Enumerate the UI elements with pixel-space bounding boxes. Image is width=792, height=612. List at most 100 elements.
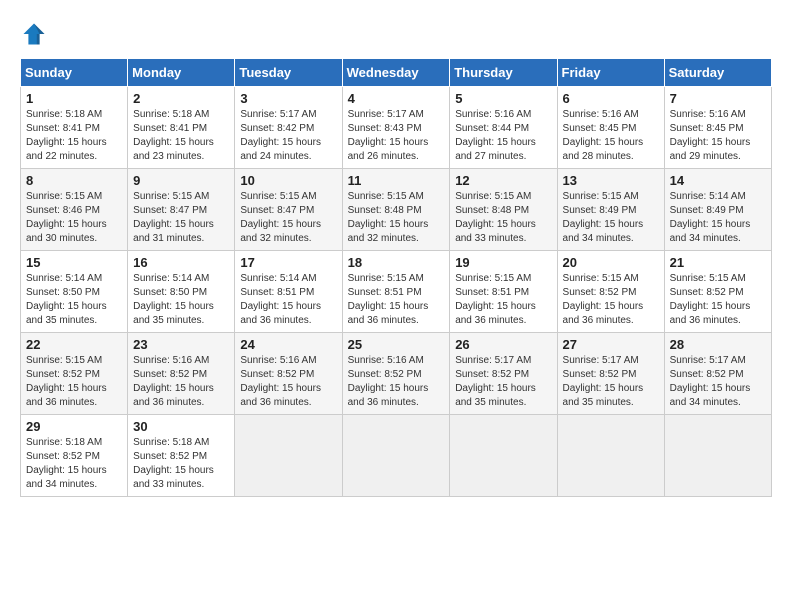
day-info: Sunrise: 5:14 AM Sunset: 8:49 PM Dayligh… <box>670 190 766 246</box>
calendar-cell: 23Sunrise: 5:16 AM Sunset: 8:52 PM Dayli… <box>128 333 235 415</box>
day-info: Sunrise: 5:15 AM Sunset: 8:52 PM Dayligh… <box>563 272 659 328</box>
day-number: 11 <box>348 173 445 188</box>
calendar-table: SundayMondayTuesdayWednesdayThursdayFrid… <box>20 58 772 497</box>
day-header-tuesday: Tuesday <box>235 59 342 87</box>
day-info: Sunrise: 5:18 AM Sunset: 8:41 PM Dayligh… <box>26 108 122 164</box>
day-number: 17 <box>240 255 336 270</box>
header <box>20 20 772 48</box>
day-info: Sunrise: 5:16 AM Sunset: 8:52 PM Dayligh… <box>240 354 336 410</box>
calendar-cell: 25 Sunrise: 5:16 AM Sunset: 8:52 PM Dayli… <box>342 333 450 415</box>
day-number: 13 <box>563 173 659 188</box>
day-info: Sunrise: 5:14 AM Sunset: 8:50 PM Dayligh… <box>133 272 229 328</box>
calendar-week-5: 29Sunrise: 5:18 AM Sunset: 8:52 PM Dayli… <box>21 415 772 497</box>
calendar-cell: 14 Sunrise: 5:14 AM Sunset: 8:49 PM Dayli… <box>664 169 771 251</box>
day-info: Sunrise: 5:15 AM Sunset: 8:47 PM Dayligh… <box>133 190 229 246</box>
day-number: 1 <box>26 91 122 106</box>
day-number: 16 <box>133 255 229 270</box>
calendar-cell <box>235 415 342 497</box>
calendar-cell: 7 Sunrise: 5:16 AM Sunset: 8:45 PM Daylig… <box>664 87 771 169</box>
calendar-cell: 30 Sunrise: 5:18 AM Sunset: 8:52 PM Dayli… <box>128 415 235 497</box>
calendar-cell: 27 Sunrise: 5:17 AM Sunset: 8:52 PM Dayli… <box>557 333 664 415</box>
day-number: 22 <box>26 337 122 352</box>
day-number: 9 <box>133 173 229 188</box>
calendar-cell: 21 Sunrise: 5:15 AM Sunset: 8:52 PM Dayli… <box>664 251 771 333</box>
day-number: 19 <box>455 255 551 270</box>
day-info: Sunrise: 5:14 AM Sunset: 8:51 PM Dayligh… <box>240 272 336 328</box>
calendar-cell: 5Sunrise: 5:16 AM Sunset: 8:44 PM Daylig… <box>450 87 557 169</box>
day-info: Sunrise: 5:17 AM Sunset: 8:52 PM Dayligh… <box>455 354 551 410</box>
calendar-cell <box>557 415 664 497</box>
calendar-cell: 9 Sunrise: 5:15 AM Sunset: 8:47 PM Daylig… <box>128 169 235 251</box>
calendar-week-2: 8 Sunrise: 5:15 AM Sunset: 8:46 PM Daylig… <box>21 169 772 251</box>
day-number: 18 <box>348 255 445 270</box>
day-number: 7 <box>670 91 766 106</box>
day-info: Sunrise: 5:16 AM Sunset: 8:52 PM Dayligh… <box>348 354 445 410</box>
calendar-cell: 22 Sunrise: 5:15 AM Sunset: 8:52 PM Dayli… <box>21 333 128 415</box>
calendar-cell: 29Sunrise: 5:18 AM Sunset: 8:52 PM Dayli… <box>21 415 128 497</box>
calendar-cell: 15 Sunrise: 5:14 AM Sunset: 8:50 PM Dayli… <box>21 251 128 333</box>
day-info: Sunrise: 5:17 AM Sunset: 8:52 PM Dayligh… <box>670 354 766 410</box>
day-header-saturday: Saturday <box>664 59 771 87</box>
calendar-cell: 26 Sunrise: 5:17 AM Sunset: 8:52 PM Dayli… <box>450 333 557 415</box>
calendar-cell: 18 Sunrise: 5:15 AM Sunset: 8:51 PM Dayli… <box>342 251 450 333</box>
day-number: 27 <box>563 337 659 352</box>
day-number: 2 <box>133 91 229 106</box>
day-number: 23 <box>133 337 229 352</box>
calendar-cell: 3 Sunrise: 5:17 AM Sunset: 8:42 PM Daylig… <box>235 87 342 169</box>
day-number: 24 <box>240 337 336 352</box>
day-info: Sunrise: 5:15 AM Sunset: 8:48 PM Dayligh… <box>455 190 551 246</box>
day-header-sunday: Sunday <box>21 59 128 87</box>
calendar-header-row: SundayMondayTuesdayWednesdayThursdayFrid… <box>21 59 772 87</box>
calendar-cell <box>664 415 771 497</box>
day-info: Sunrise: 5:16 AM Sunset: 8:45 PM Dayligh… <box>670 108 766 164</box>
day-info: Sunrise: 5:15 AM Sunset: 8:52 PM Dayligh… <box>670 272 766 328</box>
day-info: Sunrise: 5:17 AM Sunset: 8:52 PM Dayligh… <box>563 354 659 410</box>
calendar-cell <box>342 415 450 497</box>
day-info: Sunrise: 5:15 AM Sunset: 8:47 PM Dayligh… <box>240 190 336 246</box>
calendar-cell: 12 Sunrise: 5:15 AM Sunset: 8:48 PM Dayli… <box>450 169 557 251</box>
calendar-cell <box>450 415 557 497</box>
day-info: Sunrise: 5:15 AM Sunset: 8:52 PM Dayligh… <box>26 354 122 410</box>
day-number: 6 <box>563 91 659 106</box>
day-number: 4 <box>348 91 445 106</box>
day-number: 21 <box>670 255 766 270</box>
day-number: 26 <box>455 337 551 352</box>
day-info: Sunrise: 5:15 AM Sunset: 8:51 PM Dayligh… <box>348 272 445 328</box>
calendar-cell: 19 Sunrise: 5:15 AM Sunset: 8:51 PM Dayli… <box>450 251 557 333</box>
logo-icon <box>20 20 48 48</box>
day-info: Sunrise: 5:15 AM Sunset: 8:49 PM Dayligh… <box>563 190 659 246</box>
calendar-cell: 4Sunrise: 5:17 AM Sunset: 8:43 PM Daylig… <box>342 87 450 169</box>
day-number: 28 <box>670 337 766 352</box>
calendar-week-3: 15 Sunrise: 5:14 AM Sunset: 8:50 PM Dayli… <box>21 251 772 333</box>
day-header-friday: Friday <box>557 59 664 87</box>
day-number: 30 <box>133 419 229 434</box>
calendar-week-4: 22 Sunrise: 5:15 AM Sunset: 8:52 PM Dayli… <box>21 333 772 415</box>
day-info: Sunrise: 5:15 AM Sunset: 8:51 PM Dayligh… <box>455 272 551 328</box>
day-number: 12 <box>455 173 551 188</box>
day-info: Sunrise: 5:16 AM Sunset: 8:44 PM Dayligh… <box>455 108 551 164</box>
calendar-cell: 20Sunrise: 5:15 AM Sunset: 8:52 PM Dayli… <box>557 251 664 333</box>
day-number: 14 <box>670 173 766 188</box>
day-header-wednesday: Wednesday <box>342 59 450 87</box>
day-number: 3 <box>240 91 336 106</box>
day-header-monday: Monday <box>128 59 235 87</box>
day-header-thursday: Thursday <box>450 59 557 87</box>
day-info: Sunrise: 5:14 AM Sunset: 8:50 PM Dayligh… <box>26 272 122 328</box>
calendar-cell: 17 Sunrise: 5:14 AM Sunset: 8:51 PM Dayli… <box>235 251 342 333</box>
logo <box>20 20 52 48</box>
day-number: 8 <box>26 173 122 188</box>
day-number: 25 <box>348 337 445 352</box>
calendar-week-1: 1 Sunrise: 5:18 AM Sunset: 8:41 PM Daylig… <box>21 87 772 169</box>
calendar-cell: 16 Sunrise: 5:14 AM Sunset: 8:50 PM Dayli… <box>128 251 235 333</box>
day-info: Sunrise: 5:17 AM Sunset: 8:42 PM Dayligh… <box>240 108 336 164</box>
day-number: 10 <box>240 173 336 188</box>
calendar-cell: 13 Sunrise: 5:15 AM Sunset: 8:49 PM Dayli… <box>557 169 664 251</box>
day-info: Sunrise: 5:18 AM Sunset: 8:41 PM Dayligh… <box>133 108 229 164</box>
day-info: Sunrise: 5:16 AM Sunset: 8:45 PM Dayligh… <box>563 108 659 164</box>
calendar-cell: 2 Sunrise: 5:18 AM Sunset: 8:41 PM Daylig… <box>128 87 235 169</box>
day-info: Sunrise: 5:15 AM Sunset: 8:46 PM Dayligh… <box>26 190 122 246</box>
day-number: 15 <box>26 255 122 270</box>
day-info: Sunrise: 5:18 AM Sunset: 8:52 PM Dayligh… <box>26 436 122 492</box>
day-info: Sunrise: 5:18 AM Sunset: 8:52 PM Dayligh… <box>133 436 229 492</box>
day-info: Sunrise: 5:15 AM Sunset: 8:48 PM Dayligh… <box>348 190 445 246</box>
